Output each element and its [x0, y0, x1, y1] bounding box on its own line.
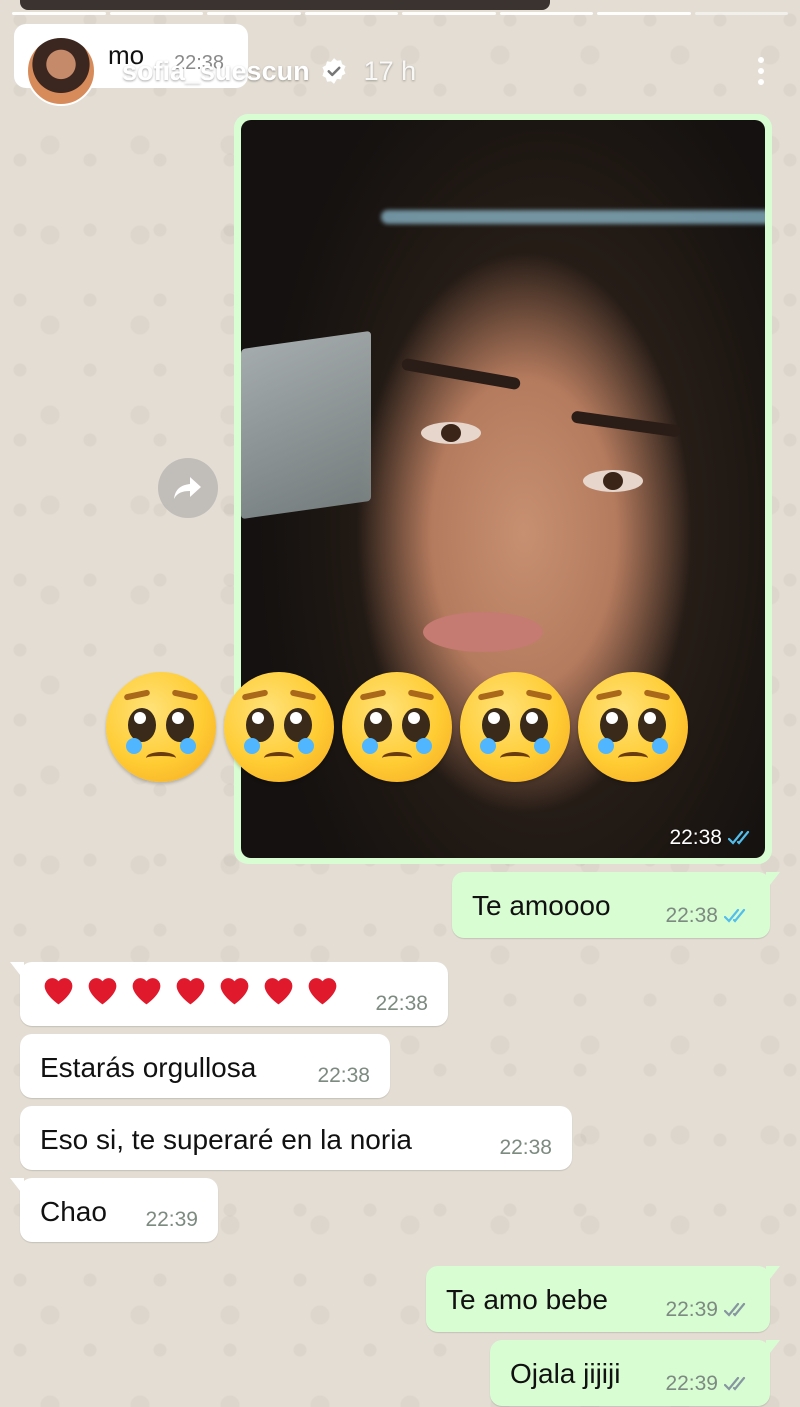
- story-header: sofia_suescun 17 h: [26, 36, 770, 106]
- progress-segment: [402, 12, 496, 15]
- progress-segment: [597, 12, 691, 15]
- pleading-face-emoji-icon: [224, 672, 334, 782]
- message-text: Te amo bebe: [446, 1284, 608, 1315]
- red-heart-icon: [132, 978, 161, 1005]
- red-heart-icon: [308, 978, 337, 1005]
- progress-segment: [12, 12, 106, 15]
- message-time: 22:38: [375, 992, 428, 1015]
- double-check-read-icon: [728, 830, 750, 845]
- story-progress-bar: [12, 12, 788, 15]
- message-time-text: 22:38: [665, 904, 718, 927]
- message-text: Chao: [40, 1196, 107, 1227]
- emoji-sticker-row: [106, 672, 688, 782]
- message-time-text: 22:39: [665, 1372, 718, 1395]
- message-time: 22:38: [317, 1064, 370, 1087]
- verified-badge-icon: [322, 58, 346, 84]
- outgoing-message[interactable]: Ojala jijiji 22:39: [490, 1340, 780, 1406]
- media-time-text: 22:38: [669, 826, 722, 849]
- outgoing-message[interactable]: Te amo bebe 22:39: [426, 1266, 780, 1332]
- incoming-message[interactable]: 22:38: [10, 962, 448, 1026]
- red-heart-icon: [88, 978, 117, 1005]
- message-time: 22:38: [669, 826, 756, 850]
- message-time: 22:38: [499, 1136, 552, 1159]
- progress-segment: [499, 12, 593, 15]
- pleading-face-emoji-icon: [342, 672, 452, 782]
- message-text: Estarás orgullosa: [40, 1052, 257, 1083]
- incoming-message[interactable]: Chao 22:39: [10, 1178, 218, 1242]
- pleading-face-emoji-icon: [578, 672, 688, 782]
- incoming-message[interactable]: Estarás orgullosa 22:38: [20, 1034, 390, 1098]
- message-time: 22:38: [665, 904, 752, 928]
- red-heart-icon: [220, 978, 249, 1005]
- message-text: Eso si, te superaré en la noria: [40, 1124, 412, 1155]
- pleading-face-emoji-icon: [460, 672, 570, 782]
- red-heart-icon: [264, 978, 293, 1005]
- avatar[interactable]: [26, 36, 96, 106]
- progress-segment: [109, 12, 203, 15]
- message-text: Ojala jijiji: [510, 1358, 621, 1389]
- double-check-icon: [724, 1376, 746, 1391]
- double-check-icon: [724, 1302, 746, 1317]
- message-time: 22:39: [145, 1208, 198, 1231]
- double-check-read-icon: [724, 908, 746, 923]
- message-time-text: 22:39: [665, 1298, 718, 1321]
- message-time: 22:39: [665, 1372, 752, 1396]
- message-time: 22:39: [665, 1298, 752, 1322]
- previous-story-edge: [20, 0, 550, 10]
- incoming-message[interactable]: Eso si, te superaré en la noria 22:38: [20, 1106, 572, 1170]
- forward-icon[interactable]: [158, 458, 218, 518]
- red-heart-icon: [44, 978, 73, 1005]
- outgoing-message[interactable]: Te amoooo 22:38: [452, 872, 780, 938]
- hearts-row: [40, 972, 341, 1009]
- progress-segment: [207, 12, 301, 15]
- red-heart-icon: [176, 978, 205, 1005]
- more-options-icon[interactable]: [752, 51, 770, 91]
- story-time: 17 h: [363, 55, 417, 86]
- progress-segment: [694, 12, 788, 15]
- username[interactable]: sofia_suescun: [122, 56, 310, 87]
- progress-segment: [304, 12, 398, 15]
- message-text: Te amoooo: [472, 890, 611, 921]
- pleading-face-emoji-icon: [106, 672, 216, 782]
